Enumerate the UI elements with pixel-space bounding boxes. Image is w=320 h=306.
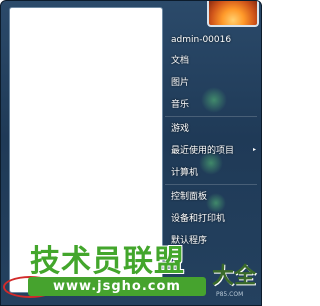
watermark-suffix: 大全 xyxy=(212,264,257,289)
menu-item-devices-printers[interactable]: 设备和打印机 xyxy=(171,210,225,228)
user-name[interactable]: admin-00016 xyxy=(171,31,231,49)
watermark-small-url: P85.COM xyxy=(216,291,244,298)
separator xyxy=(165,116,257,117)
menu-item-music[interactable]: 音乐 xyxy=(171,96,189,114)
menu-item-control-panel[interactable]: 控制面板 xyxy=(171,188,207,206)
watermark-url: www.jsgho.com xyxy=(28,277,206,296)
separator xyxy=(165,184,257,185)
menu-item-pictures[interactable]: 图片 xyxy=(171,74,189,92)
menu-item-recent-items[interactable]: 最近使用的项目 xyxy=(171,142,234,160)
menu-item-games[interactable]: 游戏 xyxy=(171,120,189,138)
menu-item-documents[interactable]: 文档 xyxy=(171,52,189,70)
menu-item-computer[interactable]: 计算机 xyxy=(171,164,198,182)
watermark-brand: 技术员联盟 xyxy=(30,244,185,279)
submenu-arrow-icon: ▸ xyxy=(253,146,257,153)
